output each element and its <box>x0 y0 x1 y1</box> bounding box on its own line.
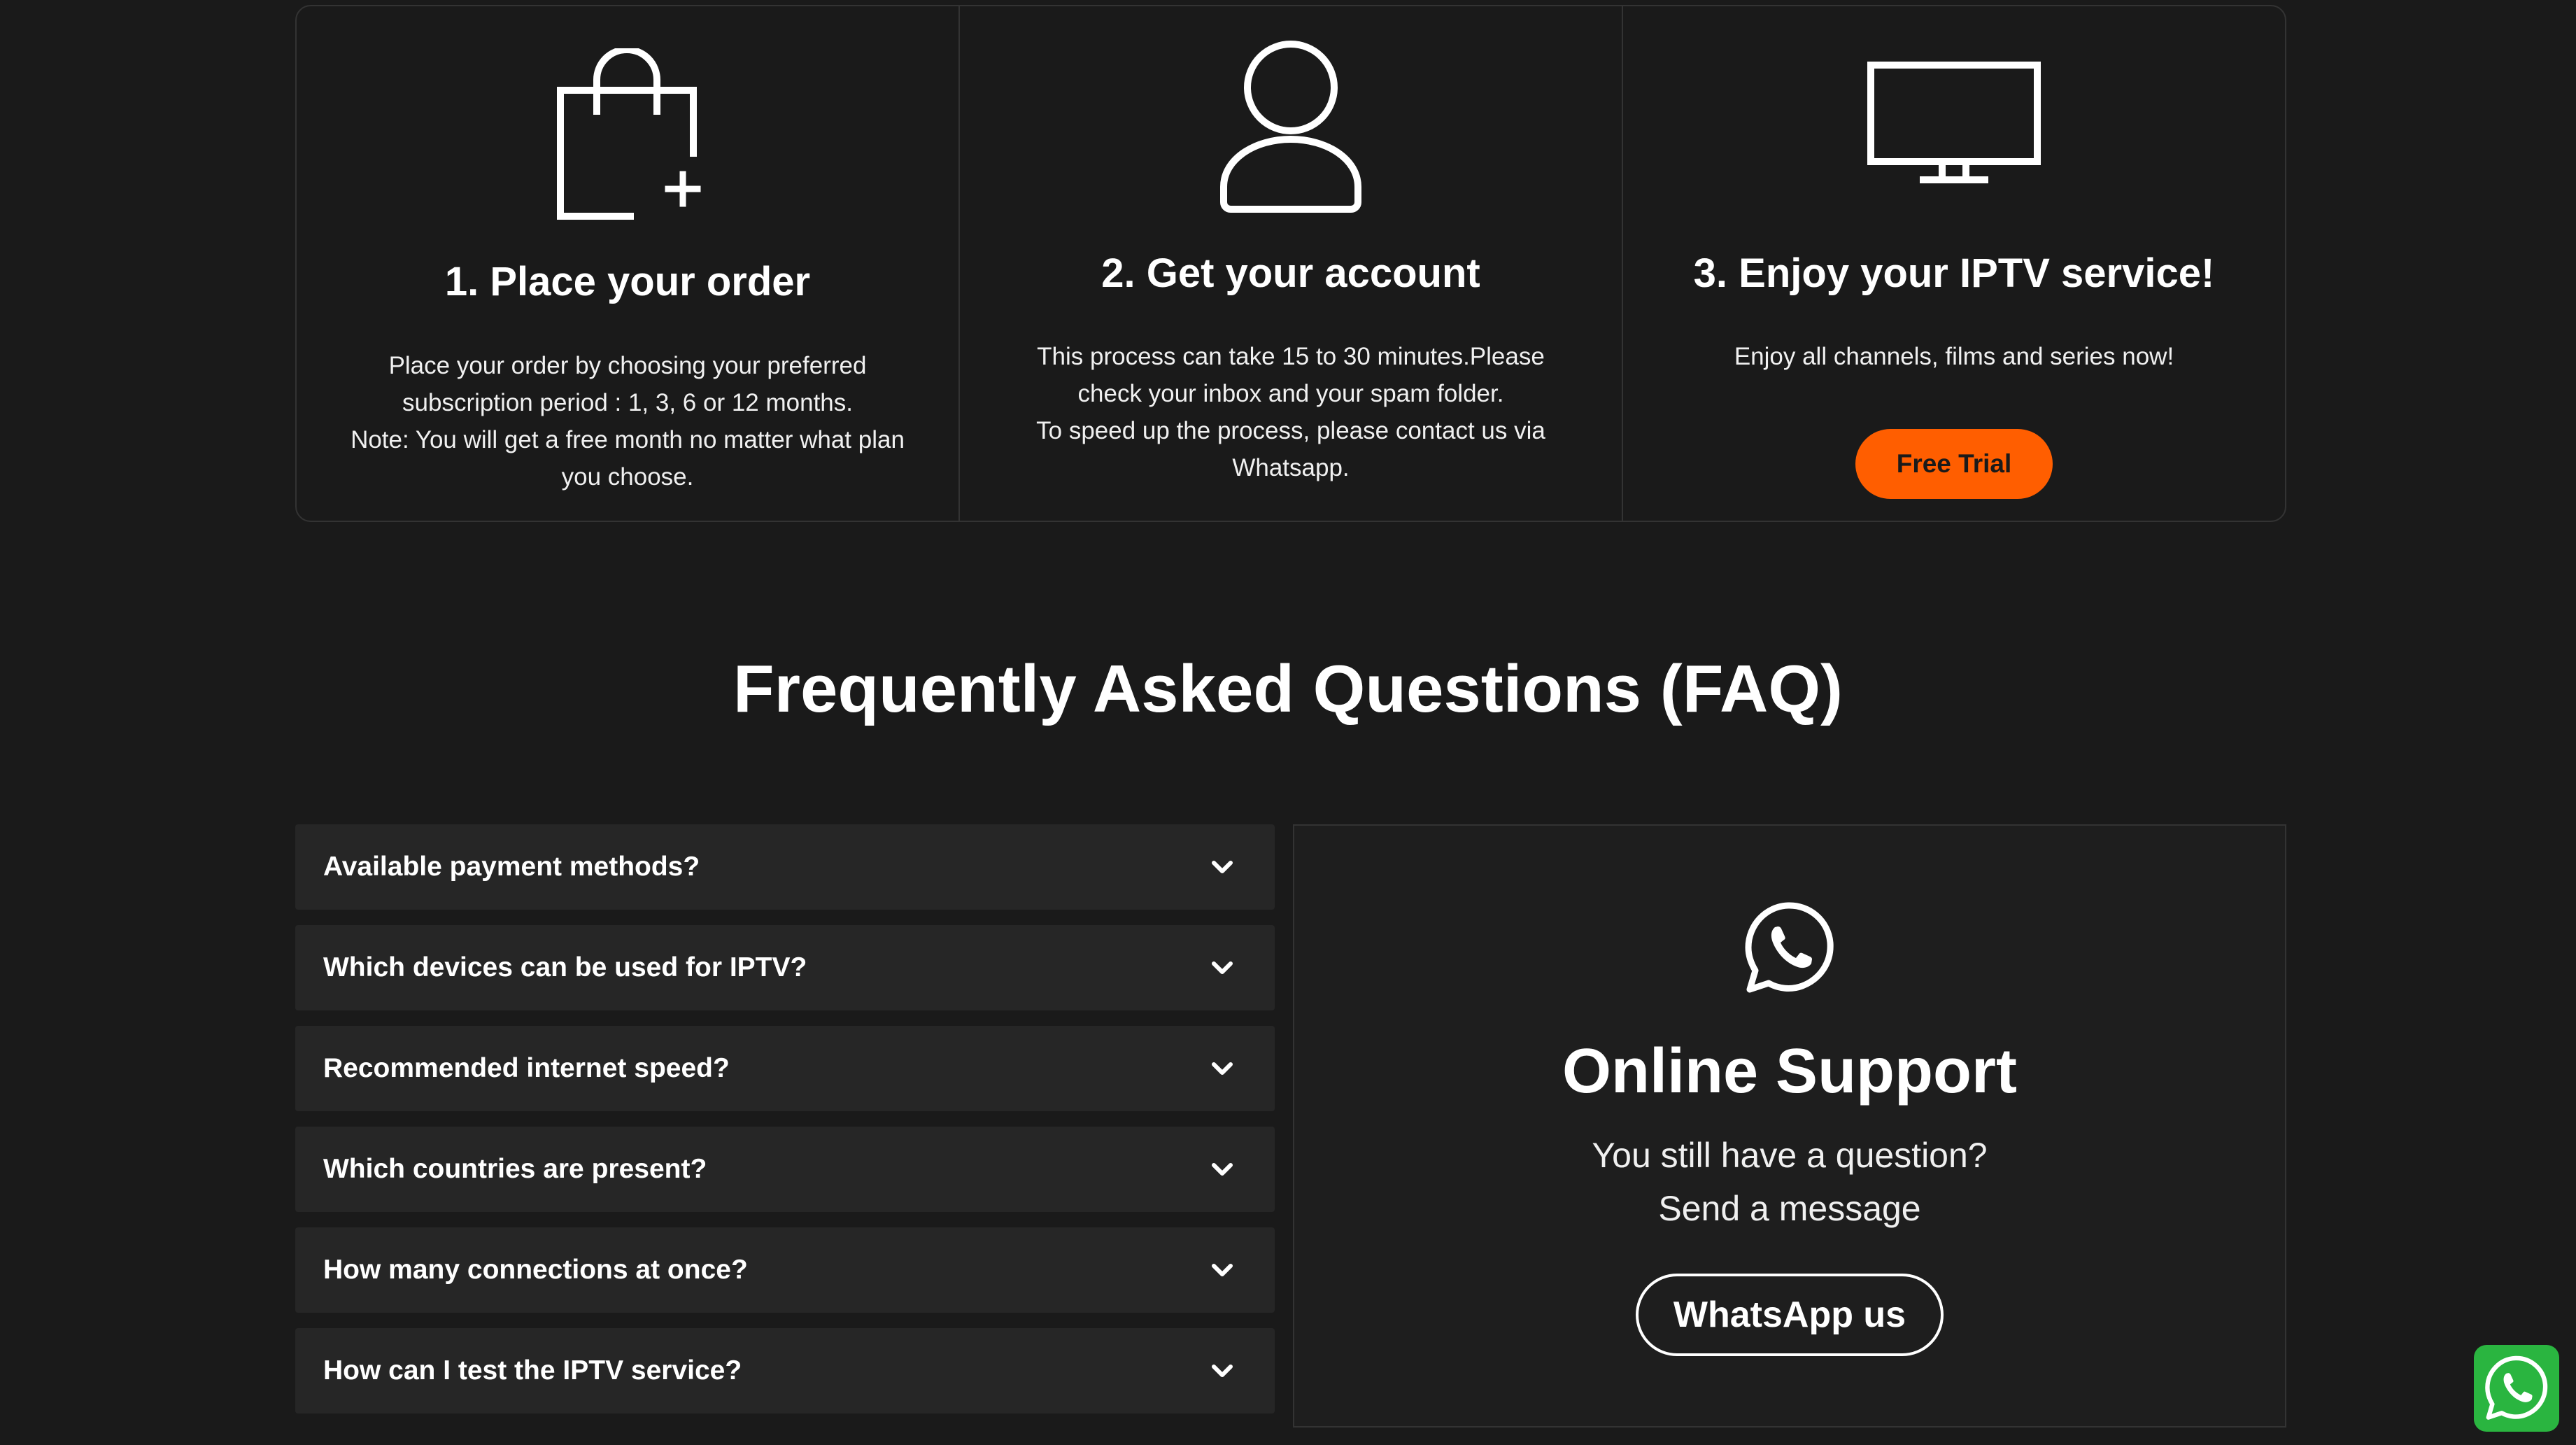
chevron-down-icon <box>1212 961 1233 975</box>
step-description: This process can take 15 to 30 minutes.P… <box>988 338 1594 486</box>
step-enjoy-service: 3. Enjoy your IPTV service! Enjoy all ch… <box>1622 6 2285 521</box>
step-description-line: Place your order by choosing your prefer… <box>388 352 867 379</box>
faq-question: How can I test the IPTV service? <box>323 1355 742 1386</box>
faq-item-connections[interactable]: How many connections at once? <box>295 1227 1275 1313</box>
whatsapp-icon <box>2483 1355 2550 1422</box>
floating-whatsapp-button[interactable] <box>2474 1345 2559 1432</box>
faq-item-devices[interactable]: Which devices can be used for IPTV? <box>295 925 1275 1010</box>
online-support-card: Online Support You still have a question… <box>1293 824 2286 1428</box>
faq-question: How many connections at once? <box>323 1255 748 1285</box>
step-description-line: Enjoy all channels, films and series now… <box>1734 343 2174 370</box>
support-message-text: Send a message <box>1658 1189 1921 1228</box>
whatsapp-us-button[interactable]: WhatsApp us <box>1636 1274 1944 1356</box>
free-trial-button[interactable]: Free Trial <box>1855 429 2053 499</box>
chevron-down-icon <box>1212 1364 1233 1378</box>
chevron-down-icon <box>1212 1263 1233 1277</box>
chevron-down-icon <box>1212 860 1233 874</box>
whatsapp-icon <box>1742 901 1837 999</box>
step-description-line: Note: You will get a free month no matte… <box>351 426 905 453</box>
step-title: 2. Get your account <box>1101 251 1480 296</box>
step-description-line: Whatsapp. <box>1232 454 1350 481</box>
faq-question: Available payment methods? <box>323 852 700 882</box>
faq-item-internet-speed[interactable]: Recommended internet speed? <box>295 1026 1275 1111</box>
shopping-bag-plus-icon <box>553 46 702 227</box>
step-description-line: To speed up the process, please contact … <box>1036 417 1545 444</box>
faq-item-countries[interactable]: Which countries are present? <box>295 1127 1275 1212</box>
faq-title: Frequently Asked Questions (FAQ) <box>733 651 1843 726</box>
step-description-line: subscription period : 1, 3, 6 or 12 mont… <box>402 389 853 416</box>
chevron-down-icon <box>1212 1062 1233 1076</box>
step-title: 1. Place your order <box>444 259 811 304</box>
step-description-line: This process can take 15 to 30 minutes.P… <box>1037 343 1545 370</box>
faq-item-payment-methods[interactable]: Available payment methods? <box>295 824 1275 910</box>
step-get-account: 2. Get your account This process can tak… <box>958 6 1622 521</box>
user-icon <box>1204 40 1378 218</box>
faq-list: Available payment methods? Which devices… <box>295 824 1275 1429</box>
support-title: Online Support <box>1562 1036 2017 1106</box>
step-description: Place your order by choosing your prefer… <box>325 347 930 495</box>
faq-item-test-service[interactable]: How can I test the IPTV service? <box>295 1328 1275 1414</box>
step-title: 3. Enjoy your IPTV service! <box>1693 251 2215 296</box>
step-description: Enjoy all channels, films and series now… <box>1651 338 2257 375</box>
faq-question: Which countries are present? <box>323 1154 707 1184</box>
faq-question: Recommended internet speed? <box>323 1053 730 1083</box>
step-description-line: you choose. <box>561 463 694 491</box>
step-place-order: 1. Place your order Place your order by … <box>297 6 958 521</box>
tv-icon <box>1867 61 2041 190</box>
step-description-line: check your inbox and your spam folder. <box>1077 380 1504 407</box>
support-question-text: You still have a question? <box>1592 1136 1988 1175</box>
chevron-down-icon <box>1212 1162 1233 1176</box>
faq-question: Which devices can be used for IPTV? <box>323 952 807 982</box>
steps-section: 1. Place your order Place your order by … <box>295 5 2286 522</box>
